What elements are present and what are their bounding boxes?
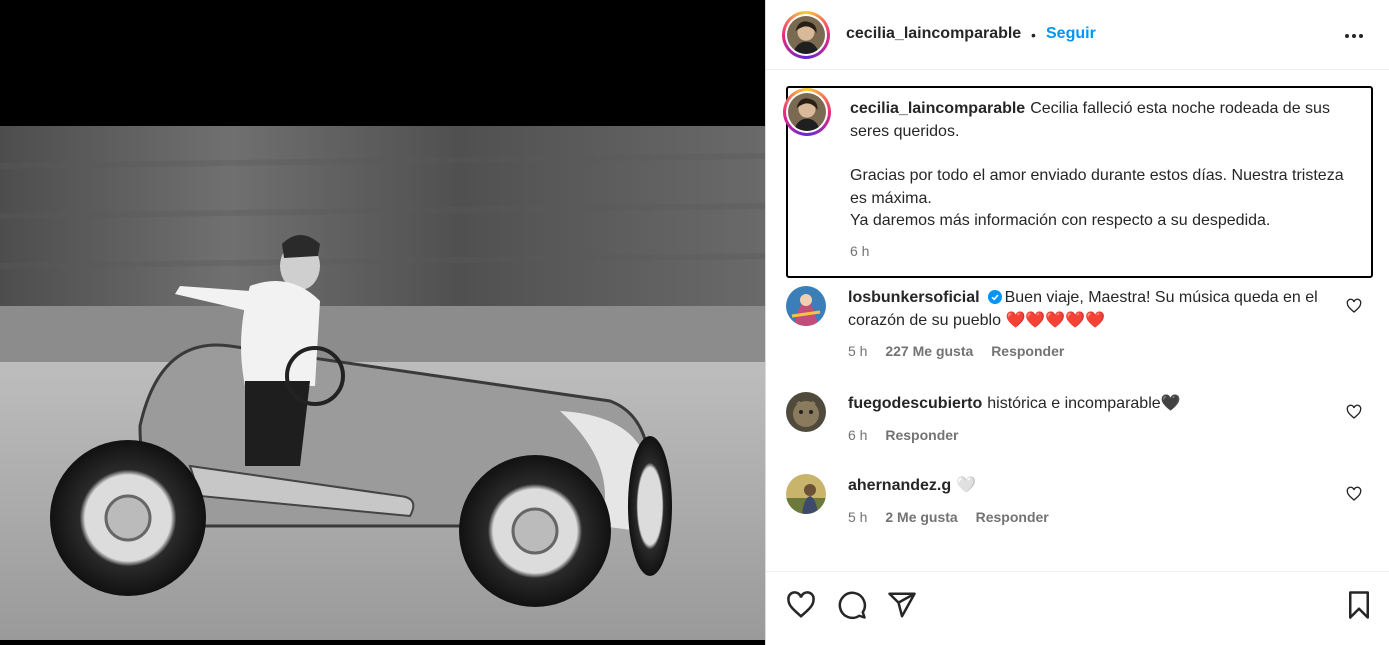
commenter-avatar[interactable] (786, 392, 826, 432)
header-separator: • (1031, 27, 1036, 43)
comment-likes[interactable]: 2 Me gusta (885, 509, 957, 525)
reply-button[interactable]: Responder (976, 509, 1049, 525)
comment-item: fuegodescubierto histórica e incomparable… (786, 392, 1376, 452)
comment-likes[interactable]: 227 Me gusta (885, 343, 973, 359)
caption-username[interactable]: cecilia_laincomparable (850, 100, 1025, 117)
comment-body: fuegodescubierto histórica e incomparable… (848, 393, 1318, 416)
caption-avatar[interactable] (783, 88, 831, 136)
comment-item: ahernandez.g 🤍 5 h 2 Me gusta Responder (786, 474, 1376, 534)
comment-icon[interactable] (837, 590, 867, 620)
author-avatar-image (787, 16, 825, 54)
caption-line-2: Gracias por todo el amor enviado durante… (850, 167, 1344, 207)
verified-badge-icon (987, 290, 1002, 304)
reply-button[interactable]: Responder (991, 343, 1064, 359)
comment-text: 🤍 (956, 477, 977, 494)
comment-like-heart-icon[interactable] (1346, 298, 1362, 314)
post-action-bar (766, 571, 1389, 645)
caption-time: 6 h (850, 242, 870, 259)
comment-meta: 6 h Responder (848, 427, 972, 443)
comment-meta: 5 h 227 Me gusta Responder (848, 343, 1078, 359)
author-username[interactable]: cecilia_laincomparable (846, 25, 1021, 43)
comment-time: 6 h (848, 427, 868, 443)
comment-time: 5 h (848, 343, 868, 359)
comment-text: histórica e incomparable🖤 (987, 395, 1181, 412)
post-header: cecilia_laincomparable • Seguir (766, 0, 1389, 70)
comment-body: losbunkersoficial Buen viaje, Maestra! Su… (848, 287, 1318, 332)
heart-icon[interactable] (786, 590, 816, 620)
post-media[interactable] (0, 0, 765, 645)
author-avatar[interactable] (782, 11, 830, 59)
comment-username[interactable]: ahernandez.g (848, 477, 951, 494)
commenter-avatar[interactable] (786, 286, 826, 326)
caption-text: cecilia_laincomparable Cecilia falleció e… (850, 98, 1360, 262)
more-horizontal-icon[interactable] (1342, 24, 1366, 48)
bookmark-icon[interactable] (1344, 590, 1374, 620)
comment-like-heart-icon[interactable] (1346, 486, 1362, 502)
follow-button[interactable]: Seguir (1046, 25, 1096, 43)
comment-item: losbunkersoficial Buen viaje, Maestra! Su… (786, 286, 1376, 366)
caption-avatar-image (788, 93, 826, 131)
comment-body: ahernandez.g 🤍 (848, 475, 1318, 498)
share-icon[interactable] (887, 590, 917, 620)
comment-username[interactable]: losbunkersoficial (848, 289, 980, 306)
post-details-panel: cecilia_laincomparable • Seguir cecilia_… (765, 0, 1389, 645)
comment-meta: 5 h 2 Me gusta Responder (848, 509, 1063, 525)
commenter-avatar[interactable] (786, 474, 826, 514)
comment-time: 5 h (848, 509, 868, 525)
post-caption: cecilia_laincomparable Cecilia falleció e… (783, 86, 1373, 278)
comment-like-heart-icon[interactable] (1346, 404, 1362, 420)
post-photo (0, 126, 765, 640)
reply-button[interactable]: Responder (885, 427, 958, 443)
comment-username[interactable]: fuegodescubierto (848, 395, 982, 412)
caption-line-3: Ya daremos más información con respecto … (850, 212, 1271, 229)
